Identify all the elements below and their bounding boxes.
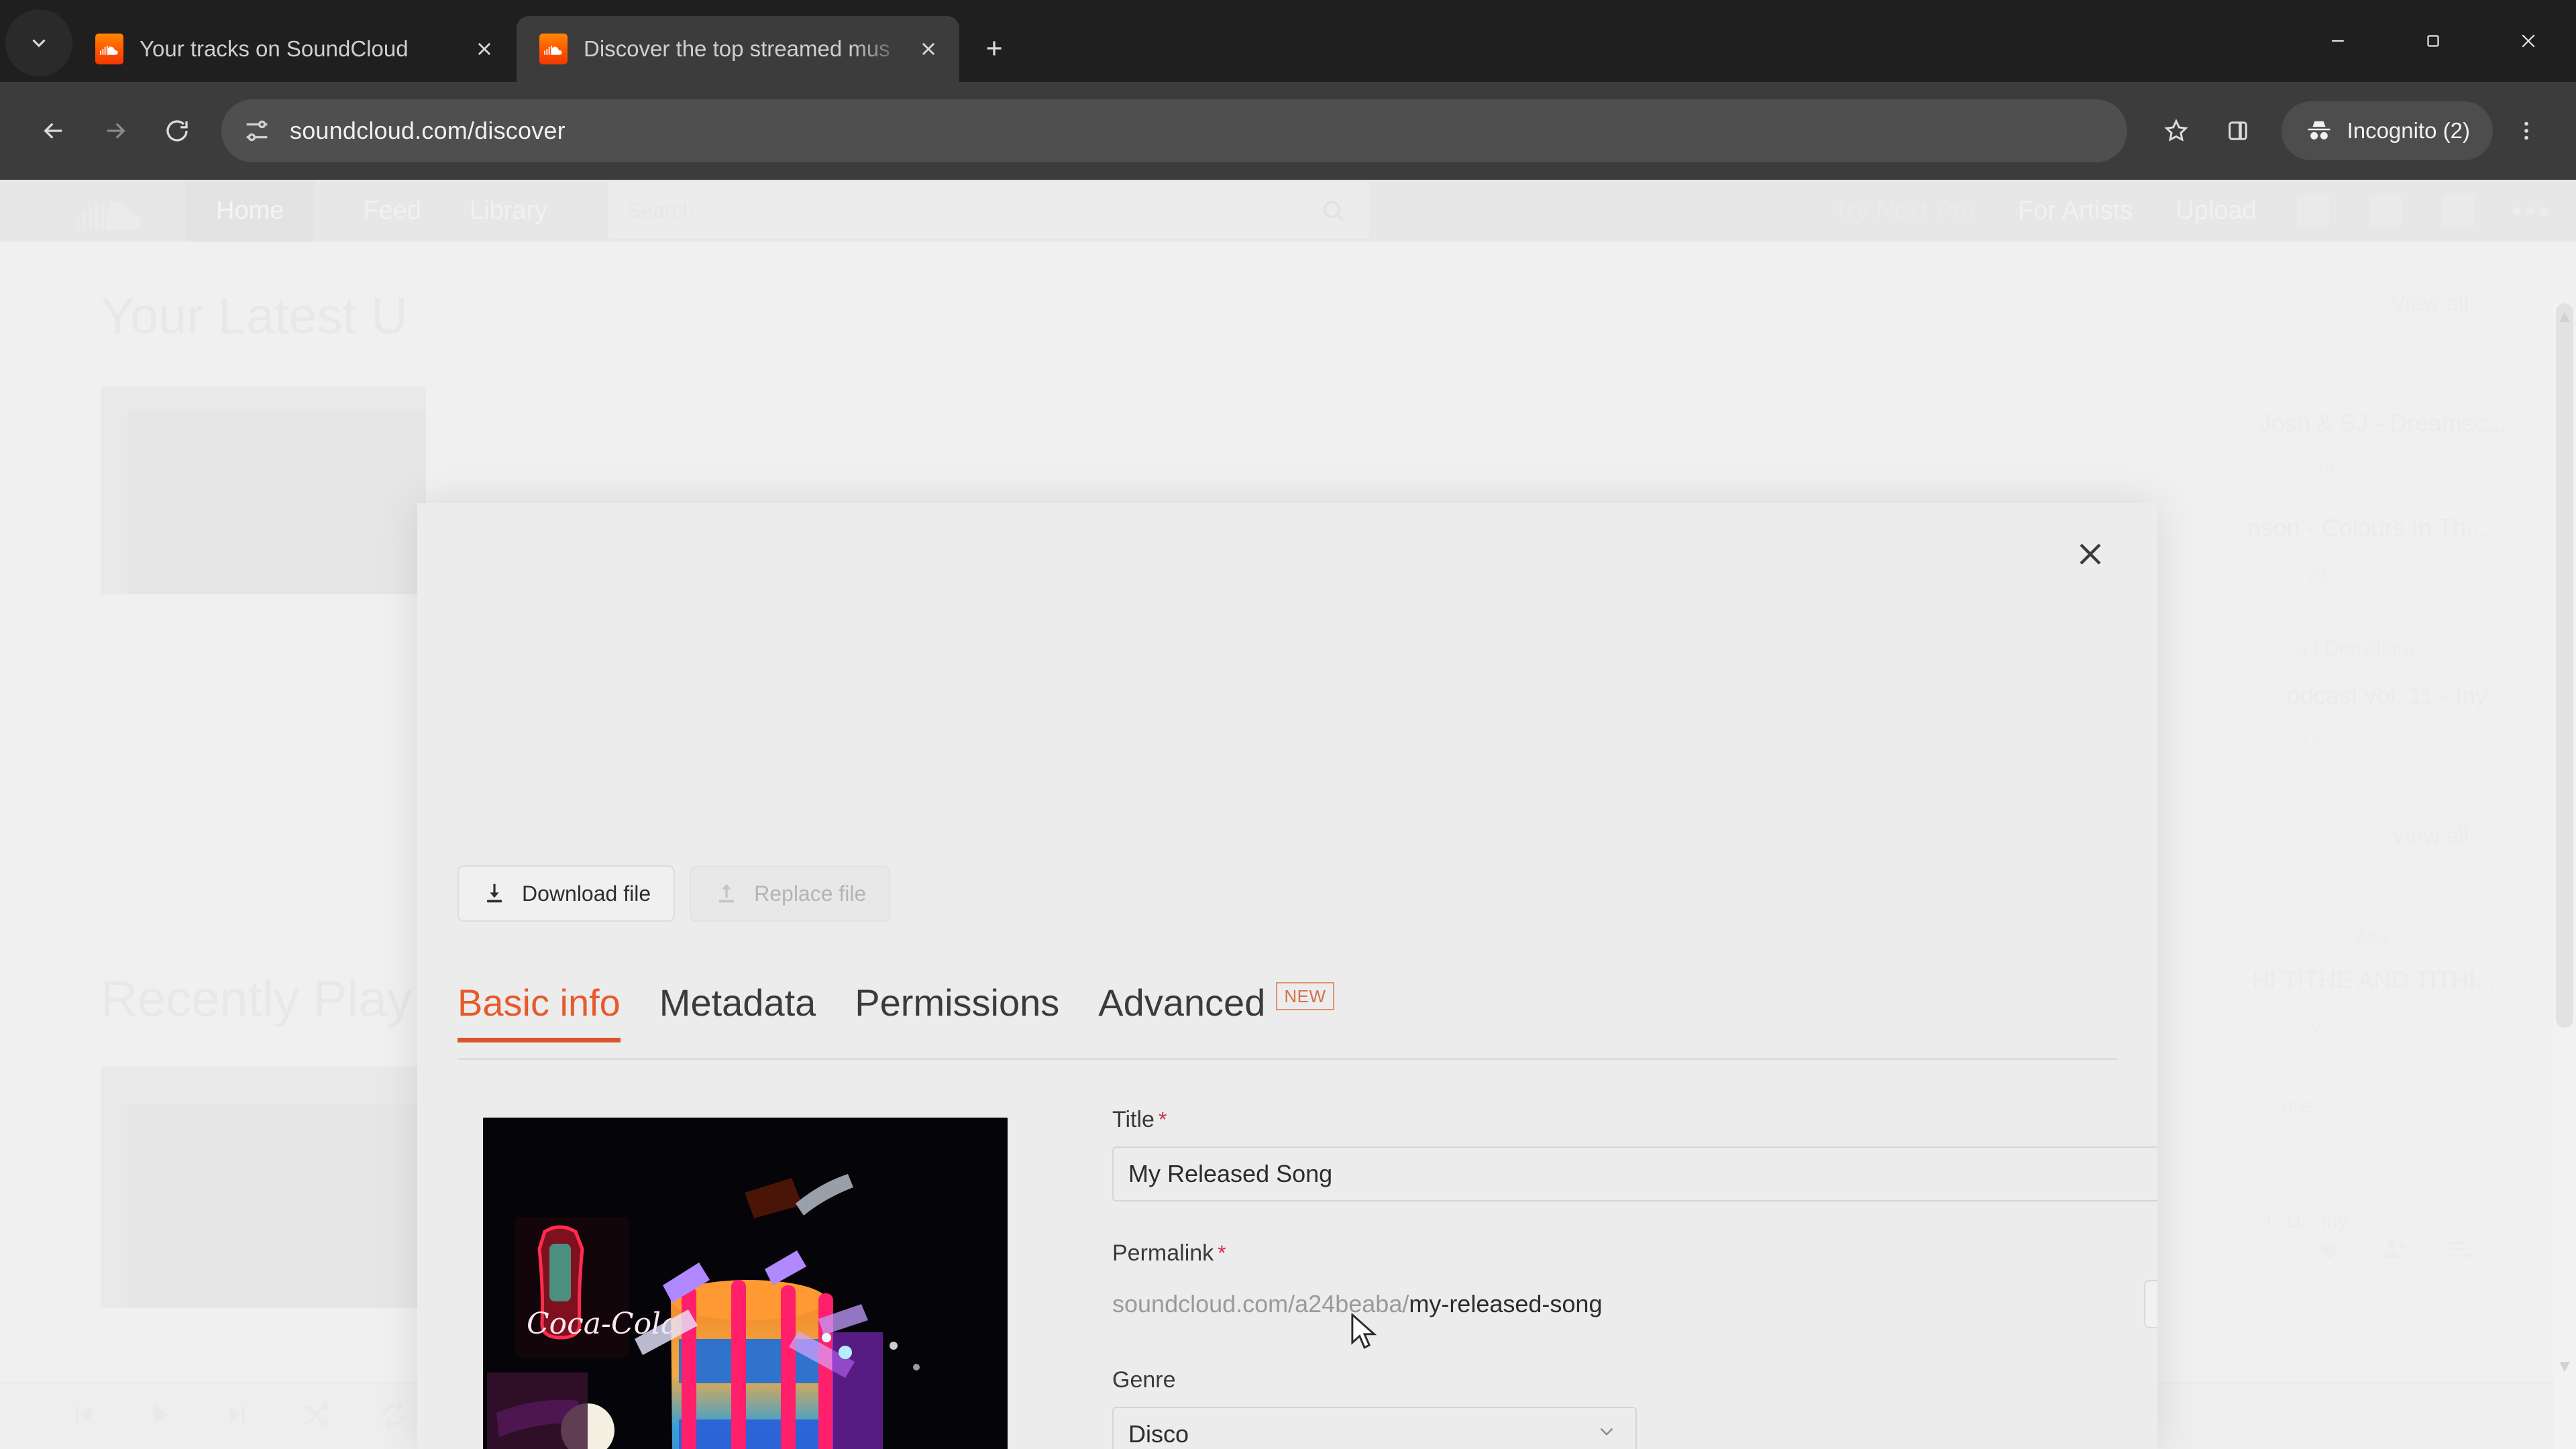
reload-button[interactable] bbox=[146, 100, 208, 162]
incognito-hat-icon bbox=[2308, 121, 2330, 140]
genre-label: Genre bbox=[1112, 1367, 2117, 1393]
back-arrow-icon bbox=[44, 123, 62, 139]
browser-window: Your tracks on SoundCloud Discover the t… bbox=[0, 0, 2576, 1449]
minimize-icon bbox=[2332, 40, 2344, 42]
forward-arrow-icon bbox=[107, 123, 125, 139]
window-close-icon bbox=[2522, 34, 2535, 48]
permalink-host: soundcloud.com/a24beaba/ bbox=[1112, 1290, 1409, 1318]
tab-label: Metadata bbox=[659, 981, 816, 1024]
maximize-icon bbox=[2427, 35, 2439, 47]
replace-file-button[interactable]: Replace file bbox=[690, 865, 891, 922]
track-artwork[interactable]: Coca-Cola bbox=[483, 1118, 1008, 1449]
soundcloud-favicon bbox=[539, 34, 568, 64]
artwork-image: Coca-Cola bbox=[483, 1118, 1008, 1449]
edit-permalink-button[interactable] bbox=[2144, 1280, 2157, 1328]
url-text: soundcloud.com/discover bbox=[290, 117, 566, 144]
tab-metadata[interactable]: Metadata bbox=[659, 981, 816, 1040]
basic-info-panel: Coca-Cola Title * My Released Song Perma… bbox=[458, 1107, 2157, 1449]
tab-title: Your tracks on SoundCloud bbox=[140, 36, 409, 61]
browser-tab-1[interactable]: Your tracks on SoundCloud bbox=[72, 16, 515, 82]
tab-close-button[interactable] bbox=[466, 30, 503, 68]
title-input[interactable] bbox=[1112, 1146, 2157, 1201]
tab-close-button[interactable] bbox=[910, 30, 947, 68]
replace-file-label: Replace file bbox=[754, 881, 867, 906]
address-bar[interactable]: soundcloud.com/discover bbox=[221, 99, 2127, 162]
browser-tab-2[interactable]: Discover the top streamed mus bbox=[517, 16, 959, 82]
genre-value: Disco bbox=[1128, 1420, 1189, 1448]
plus-icon bbox=[987, 41, 1002, 56]
tab-title: Discover the top streamed mus bbox=[584, 36, 890, 61]
tab-strip: Your tracks on SoundCloud Discover the t… bbox=[0, 0, 2576, 82]
permalink-label-text: Permalink bbox=[1112, 1240, 1214, 1266]
star-icon bbox=[2163, 119, 2188, 142]
download-file-label: Download file bbox=[522, 881, 651, 906]
browser-menu-button[interactable] bbox=[2500, 102, 2553, 160]
basic-info-fields: Title * Permalink * soundcloud.com/a24be… bbox=[1112, 1107, 2157, 1449]
chevron-down-icon bbox=[32, 39, 46, 48]
tab-basic-info[interactable]: Basic info bbox=[458, 981, 621, 1042]
modal-close-button[interactable] bbox=[2063, 527, 2117, 581]
close-icon bbox=[478, 42, 491, 56]
reload-icon bbox=[166, 120, 188, 142]
bookmark-button[interactable] bbox=[2147, 102, 2205, 160]
pencil-icon bbox=[2155, 1291, 2157, 1317]
back-button[interactable] bbox=[23, 100, 85, 162]
side-panel-button[interactable] bbox=[2209, 102, 2267, 160]
tab-permissions[interactable]: Permissions bbox=[855, 981, 1059, 1040]
title-label: Title * bbox=[1112, 1107, 2117, 1133]
file-action-bar: Download file Replace file bbox=[458, 865, 891, 922]
upload-icon bbox=[719, 883, 735, 903]
track-edit-modal: Download file Replace file Basic info Me… bbox=[417, 503, 2157, 1449]
soundcloud-page: Home Feed Library Search Try Next Pro Fo… bbox=[0, 180, 2576, 1449]
browser-toolbar: soundcloud.com/discover Incognito (2) bbox=[0, 82, 2576, 180]
download-icon bbox=[486, 883, 502, 903]
chevron-down-icon bbox=[1595, 1420, 1618, 1449]
side-panel-icon bbox=[2228, 121, 2247, 140]
tab-advanced[interactable]: Advanced NEW bbox=[1098, 981, 1334, 1040]
incognito-label: Incognito (2) bbox=[2347, 118, 2470, 143]
maximize-button[interactable] bbox=[2385, 0, 2481, 82]
required-marker: * bbox=[1158, 1108, 1167, 1132]
minimize-button[interactable] bbox=[2290, 0, 2385, 82]
close-icon bbox=[922, 42, 935, 56]
soundcloud-favicon bbox=[95, 34, 123, 64]
window-controls bbox=[2290, 0, 2576, 82]
tab-label: Advanced bbox=[1098, 981, 1266, 1024]
window-close-button[interactable] bbox=[2481, 0, 2576, 82]
incognito-indicator[interactable]: Incognito (2) bbox=[2281, 101, 2493, 160]
close-icon bbox=[2080, 543, 2101, 565]
tab-label: Basic info bbox=[458, 981, 621, 1024]
tab-search-button[interactable] bbox=[5, 9, 72, 76]
title-label-text: Title bbox=[1112, 1107, 1155, 1132]
new-tab-button[interactable] bbox=[970, 24, 1018, 72]
download-file-button[interactable]: Download file bbox=[458, 865, 676, 922]
tab-label: Permissions bbox=[855, 981, 1060, 1024]
permalink-slug: my-released-song bbox=[1409, 1290, 1603, 1318]
required-marker: * bbox=[1218, 1241, 1226, 1265]
genre-label-text: Genre bbox=[1112, 1367, 1176, 1393]
permalink-row: soundcloud.com/a24beaba/my-released-song bbox=[1112, 1280, 2157, 1328]
genre-select[interactable]: Disco bbox=[1112, 1407, 1637, 1449]
permalink-label: Permalink * bbox=[1112, 1240, 2117, 1267]
forward-button[interactable] bbox=[85, 100, 146, 162]
new-badge: NEW bbox=[1276, 981, 1334, 1010]
modal-tabs: Basic info Metadata Permissions Advanced… bbox=[458, 981, 2117, 1060]
kebab-menu-icon bbox=[2524, 121, 2528, 140]
page-settings-icon[interactable] bbox=[241, 115, 272, 146]
